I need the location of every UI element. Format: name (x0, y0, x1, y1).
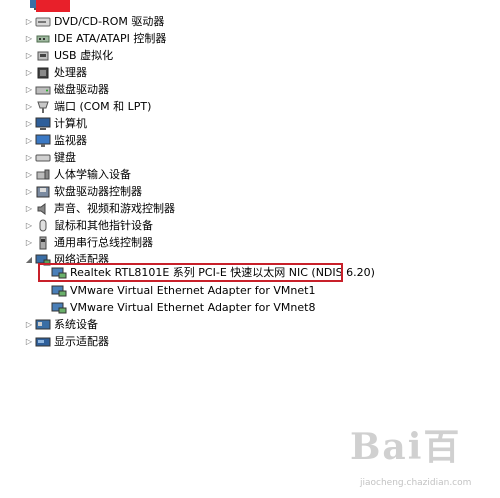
tree-item-label: VMware Virtual Ethernet Adapter for VMne… (70, 301, 316, 314)
expand-arrow-icon[interactable]: ▷ (25, 184, 33, 200)
tree-item-label: 人体学输入设备 (54, 168, 131, 181)
hid-icon (35, 168, 51, 182)
expand-arrow-icon[interactable]: ▷ (25, 334, 33, 350)
keyboard-icon (35, 151, 51, 165)
tree-item-dvd-drive[interactable]: ▷ DVD/CD-ROM 驱动器 (0, 14, 480, 30)
root-node[interactable] (0, 0, 80, 12)
tree-item-usb-controller[interactable]: ▷ 通用串行总线控制器 (0, 235, 480, 251)
tree-item-keyboard[interactable]: ▷ 键盘 (0, 150, 480, 166)
disk-drive-icon (35, 83, 51, 97)
tree-item-label: 处理器 (54, 66, 87, 79)
mouse-icon (35, 219, 51, 233)
expand-arrow-icon[interactable]: ▷ (25, 150, 33, 166)
display-adapter-icon (35, 335, 51, 349)
usb-controller-icon (35, 236, 51, 250)
expand-arrow-icon[interactable]: ▷ (25, 65, 33, 81)
monitor-icon (35, 134, 51, 148)
tree-item-label: 软盘驱动器控制器 (54, 185, 142, 198)
tree-item-label: VMware Virtual Ethernet Adapter for VMne… (70, 284, 316, 297)
floppy-controller-icon (35, 185, 51, 199)
tree-item-computer[interactable]: ▷ 计算机 (0, 116, 480, 132)
tree-item-usb[interactable]: ▷ USB 虚拟化 (0, 48, 480, 64)
tree-item-label: 声音、视频和游戏控制器 (54, 202, 175, 215)
tree-item-monitor[interactable]: ▷ 监视器 (0, 133, 480, 149)
tree-item-hid[interactable]: ▷ 人体学输入设备 (0, 167, 480, 183)
expand-arrow-icon[interactable]: ▷ (25, 48, 33, 64)
expand-arrow-icon[interactable]: ▷ (25, 201, 33, 217)
tree-item-label: DVD/CD-ROM 驱动器 (54, 15, 165, 28)
tree-item-label: 键盘 (54, 151, 76, 164)
tree-item-processor[interactable]: ▷ 处理器 (0, 65, 480, 81)
tree-item-system-device[interactable]: ▷ 系统设备 (0, 317, 480, 333)
redacted-computer-name (36, 0, 70, 12)
tree-item-sound[interactable]: ▷ 声音、视频和游戏控制器 (0, 201, 480, 217)
network-adapter-child-3[interactable]: VMware Virtual Ethernet Adapter for VMne… (0, 300, 460, 316)
network-card-icon (51, 284, 67, 298)
expand-arrow-icon[interactable]: ▷ (25, 82, 33, 98)
tree-item-disk-drive[interactable]: ▷ 磁盘驱动器 (0, 82, 480, 98)
tree-item-label: USB 虚拟化 (54, 49, 114, 62)
tree-item-label: 计算机 (54, 117, 87, 130)
system-device-icon (35, 318, 51, 332)
processor-icon (35, 66, 51, 80)
dvd-drive-icon (35, 15, 51, 29)
sound-icon (35, 202, 51, 216)
expand-arrow-icon[interactable]: ▷ (25, 99, 33, 115)
watermark-logo: Bai百 (350, 426, 462, 468)
tree-item-label: 端口 (COM 和 LPT) (54, 100, 152, 113)
tree-item-label: 鼠标和其他指针设备 (54, 219, 153, 232)
tree-item-label: 通用串行总线控制器 (54, 236, 153, 249)
tree-item-label: 磁盘驱动器 (54, 83, 109, 96)
expand-arrow-icon[interactable]: ▷ (25, 218, 33, 234)
watermark-url: jiaocheng.chazidian.com (360, 478, 472, 488)
expand-arrow-icon[interactable]: ▷ (25, 31, 33, 47)
expand-arrow-icon[interactable]: ▷ (25, 14, 33, 30)
expand-arrow-icon[interactable]: ▷ (25, 235, 33, 251)
tree-item-label: 显示适配器 (54, 335, 109, 348)
tree-item-ide-controller[interactable]: ▷ IDE ATA/ATAPI 控制器 (0, 31, 480, 47)
expand-arrow-icon[interactable]: ▷ (25, 167, 33, 183)
expand-arrow-icon[interactable]: ▷ (25, 317, 33, 333)
expand-arrow-icon[interactable]: ▷ (25, 133, 33, 149)
usb-icon (35, 49, 51, 63)
expand-arrow-icon[interactable]: ▷ (25, 116, 33, 132)
ide-controller-icon (35, 32, 51, 46)
tree-item-label: 系统设备 (54, 318, 98, 331)
device-manager-tree: ▷ DVD/CD-ROM 驱动器 ▷ IDE ATA/ATAPI 控制器 ▷ USB 虚拟… (0, 0, 500, 498)
network-card-icon (51, 301, 67, 315)
highlight-box (38, 263, 343, 282)
tree-item-mouse[interactable]: ▷ 鼠标和其他指针设备 (0, 218, 480, 234)
tree-item-label: IDE ATA/ATAPI 控制器 (54, 32, 167, 45)
computer-icon (35, 117, 51, 131)
tree-item-port[interactable]: ▷ 端口 (COM 和 LPT) (0, 99, 480, 115)
tree-item-display-adapter[interactable]: ▷ 显示适配器 (0, 334, 480, 350)
port-icon (35, 100, 51, 114)
network-adapter-child-2[interactable]: VMware Virtual Ethernet Adapter for VMne… (0, 283, 460, 299)
tree-item-label: 监视器 (54, 134, 87, 147)
tree-item-floppy-controller[interactable]: ▷ 软盘驱动器控制器 (0, 184, 480, 200)
